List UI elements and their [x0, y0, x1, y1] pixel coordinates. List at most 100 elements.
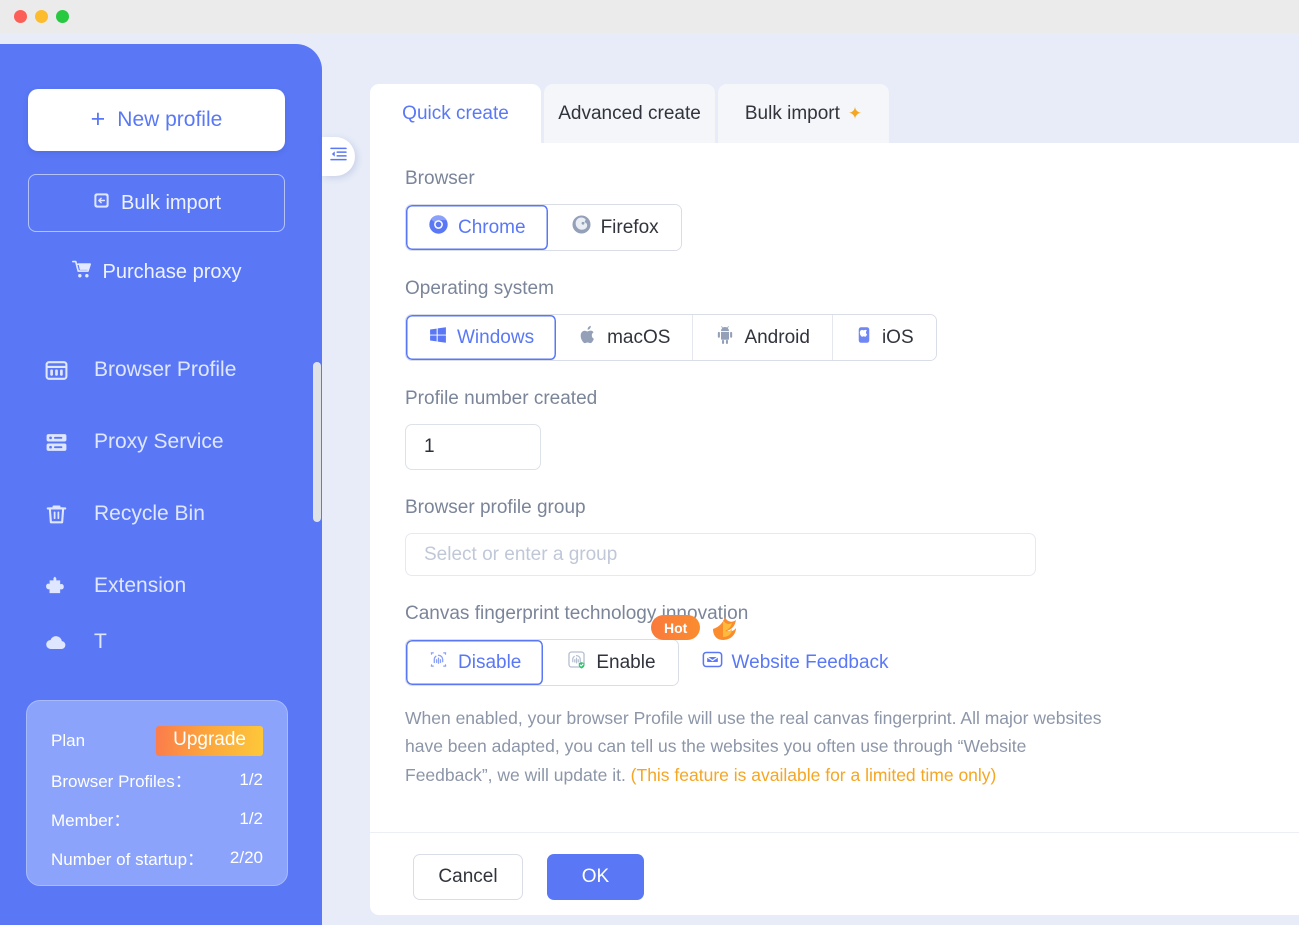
import-box-icon — [92, 191, 111, 216]
profile-group-input[interactable]: Select or enter a group — [405, 533, 1036, 576]
browser-option-firefox[interactable]: Firefox — [548, 205, 681, 250]
os-option-windows[interactable]: Windows — [406, 315, 558, 360]
browser-segmented-control: Chrome Firefox — [405, 204, 682, 251]
canvas-fingerprint-row: Disable Enable Hot Website Feedback — [405, 615, 1285, 686]
ok-button[interactable]: OK — [547, 854, 644, 900]
tab-bulk-import[interactable]: Bulk import ✦ — [718, 84, 889, 143]
sidebar-item-label: Browser Profile — [94, 358, 237, 381]
sidebar-item-recycle-bin[interactable]: Recycle Bin — [0, 478, 322, 550]
field-profile-group: Browser profile group Select or enter a … — [405, 497, 1285, 576]
purchase-proxy-label: Purchase proxy — [102, 260, 242, 283]
purchase-proxy-button[interactable]: Purchase proxy — [28, 251, 285, 293]
browser-option-label: Firefox — [600, 216, 659, 238]
fingerprint-shield-icon — [566, 649, 587, 676]
profile-number-label: Profile number created — [405, 388, 598, 409]
os-option-android[interactable]: Android — [693, 315, 833, 360]
canvas-option-enable[interactable]: Enable — [544, 640, 678, 685]
sidebar-item-browser-profile[interactable]: Browser Profile — [0, 334, 322, 406]
iphone-icon — [855, 325, 873, 351]
browser-window-icon — [44, 358, 74, 383]
profile-group-placeholder: Select or enter a group — [424, 543, 618, 565]
cloud-icon — [44, 630, 74, 655]
tab-quick-create[interactable]: Quick create — [370, 84, 541, 143]
firefox-icon — [571, 214, 592, 241]
os-option-label: Windows — [457, 326, 535, 348]
canvas-description-highlight: (This feature is available for a limited… — [630, 764, 997, 785]
sidebar-item-partial[interactable]: T — [0, 622, 322, 662]
plan-row-value: 2/20 — [229, 847, 263, 867]
tab-strip: Quick create Advanced create Bulk import… — [370, 84, 889, 143]
website-feedback-link[interactable]: Website Feedback — [702, 650, 889, 675]
mail-feedback-icon — [702, 650, 723, 675]
windows-icon — [428, 325, 448, 351]
upgrade-button[interactable]: Upgrade — [156, 725, 263, 756]
maximize-window-icon[interactable] — [56, 10, 69, 23]
canvas-option-label: Disable — [458, 651, 522, 673]
plus-icon: + — [90, 104, 106, 133]
field-browser: Browser Chrome Firefox — [405, 168, 1285, 251]
sidebar-item-proxy-service[interactable]: Proxy Service — [0, 406, 322, 478]
profile-number-value: 1 — [424, 436, 435, 457]
sidebar-scroll-area: + New profile Bulk import Purchase proxy… — [0, 44, 322, 925]
plan-row-member: Member： 1/2 — [51, 799, 263, 838]
tab-label: Bulk import — [744, 102, 840, 124]
puzzle-piece-icon — [44, 574, 74, 599]
canvas-segmented-control: Disable Enable — [405, 639, 679, 686]
new-profile-button[interactable]: + New profile — [28, 89, 285, 151]
os-option-ios[interactable]: iOS — [832, 315, 936, 360]
tab-label: Quick create — [402, 102, 509, 124]
app-body: + New profile Bulk import Purchase proxy… — [0, 33, 1299, 925]
canvas-description-line1: When enabled, your browser Profile will … — [405, 708, 1029, 728]
plan-card: Plan Upgrade Browser Profiles： 1/2 Membe… — [26, 700, 288, 886]
server-stack-icon — [44, 430, 74, 455]
sidebar-scrollbar-thumb[interactable] — [313, 362, 321, 522]
field-operating-system: Operating system Windows macOS Android i… — [405, 278, 1285, 361]
sidebar-item-label: Proxy Service — [94, 430, 224, 453]
sidebar-item-label: Recycle Bin — [94, 502, 205, 525]
plan-row-label: Number of startup： — [51, 850, 205, 869]
os-option-label: Android — [744, 326, 810, 348]
plan-row-value: 1/2 — [239, 808, 263, 828]
os-option-macos[interactable]: macOS — [557, 315, 694, 360]
new-profile-label: New profile — [117, 108, 223, 131]
sidebar-item-extension[interactable]: Extension — [0, 550, 322, 622]
cancel-button[interactable]: Cancel — [413, 854, 523, 900]
browser-option-chrome[interactable]: Chrome — [406, 205, 549, 250]
canvas-option-disable[interactable]: Disable — [406, 640, 545, 685]
plan-row-browser-profiles: Browser Profiles： 1/2 — [51, 760, 263, 799]
canvas-description: When enabled, your browser Profile will … — [405, 704, 1105, 789]
hot-badge: Hot — [651, 615, 701, 640]
os-option-label: macOS — [607, 326, 671, 348]
android-icon — [715, 325, 735, 351]
quick-create-panel: Browser Chrome Firefox Operating system … — [370, 143, 1299, 915]
shopping-cart-icon — [71, 260, 93, 285]
plan-title: Plan — [51, 730, 86, 750]
fingerprint-off-icon — [428, 649, 449, 676]
minimize-window-icon[interactable] — [35, 10, 48, 23]
canvas-fingerprint-label: Canvas fingerprint technology innovation — [405, 603, 749, 624]
browser-option-label: Chrome — [458, 216, 526, 238]
close-window-icon[interactable] — [14, 10, 27, 23]
field-profile-number: Profile number created 1 — [405, 388, 1285, 470]
sidebar-bulk-import-button[interactable]: Bulk import — [28, 174, 285, 232]
chrome-icon — [428, 214, 449, 241]
browser-label: Browser — [405, 168, 475, 189]
canvas-option-label: Enable — [596, 651, 656, 673]
profile-number-input[interactable]: 1 — [405, 424, 541, 470]
plan-row-label: Browser Profiles： — [51, 772, 192, 791]
apple-icon — [579, 325, 598, 351]
plan-title-row: Plan Upgrade — [51, 721, 263, 760]
tab-advanced-create[interactable]: Advanced create — [544, 84, 715, 143]
traffic-lights — [14, 10, 69, 23]
app-window: + New profile Bulk import Purchase proxy… — [0, 0, 1299, 925]
sidebar-item-label: Extension — [94, 574, 187, 597]
website-feedback-label: Website Feedback — [731, 651, 889, 673]
sidebar: + New profile Bulk import Purchase proxy… — [0, 44, 322, 925]
plan-row-number-of-startup: Number of startup： 2/20 — [51, 838, 263, 877]
indent-left-icon — [330, 147, 347, 167]
footer-divider — [370, 832, 1299, 833]
sidebar-nav: Browser Profile Proxy Service Recycle Bi… — [0, 334, 322, 662]
plan-row-label: Member： — [51, 811, 131, 830]
window-titlebar — [0, 0, 1299, 33]
sidebar-item-partial-label: T — [94, 630, 107, 653]
